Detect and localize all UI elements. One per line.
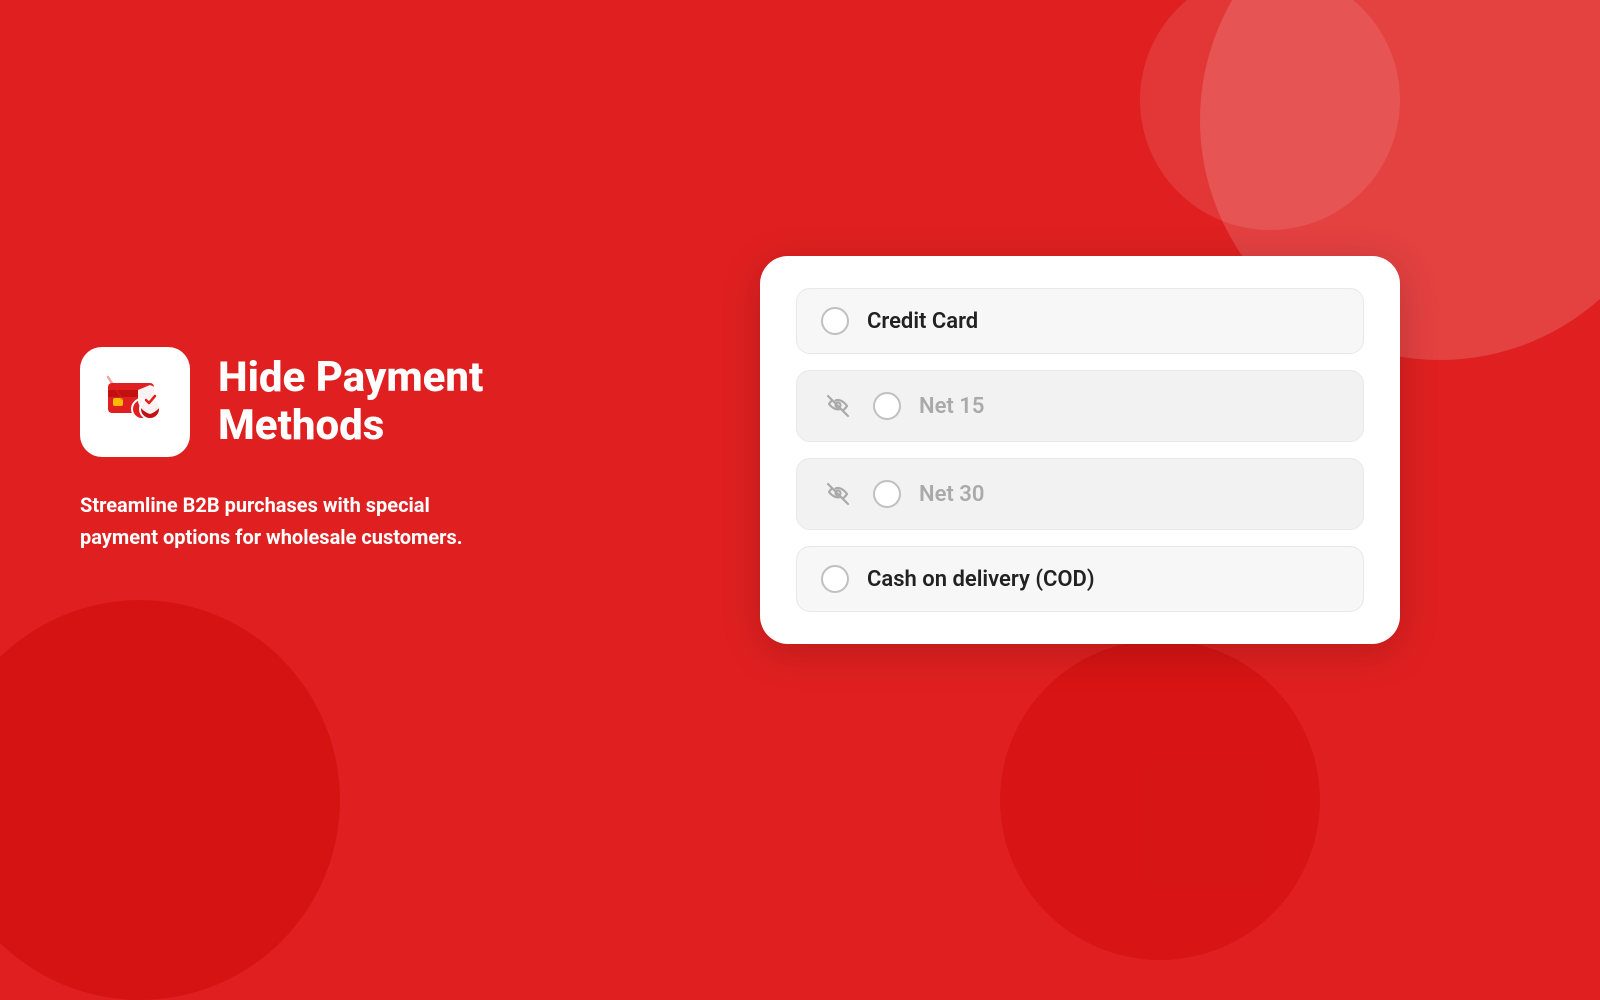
eye-off-icon-net15 <box>821 389 855 423</box>
payment-label-cod: Cash on delivery (COD) <box>867 567 1095 592</box>
app-description: Streamline B2B purchases with special pa… <box>80 489 500 553</box>
payment-row-credit-card[interactable]: Credit Card <box>796 288 1364 354</box>
right-panel: Credit Card Net 15 <box>640 256 1520 644</box>
payment-label-net-30: Net 30 <box>919 482 984 507</box>
payment-label-net-15: Net 15 <box>919 394 984 419</box>
payment-methods-card: Credit Card Net 15 <box>760 256 1400 644</box>
app-header: Hide Payment Methods <box>80 347 540 457</box>
payment-row-net-30[interactable]: Net 30 <box>796 458 1364 530</box>
app-title: Hide Payment Methods <box>218 354 540 451</box>
main-layout: Hide Payment Methods Streamline B2B purc… <box>0 0 1600 900</box>
app-icon-svg <box>100 367 170 437</box>
app-icon <box>80 347 190 457</box>
payment-row-cod[interactable]: Cash on delivery (COD) <box>796 546 1364 612</box>
radio-net-30[interactable] <box>873 480 901 508</box>
radio-credit-card[interactable] <box>821 307 849 335</box>
payment-row-net-15[interactable]: Net 15 <box>796 370 1364 442</box>
left-panel: Hide Payment Methods Streamline B2B purc… <box>80 347 540 553</box>
eye-off-icon-net30 <box>821 477 855 511</box>
radio-net-15[interactable] <box>873 392 901 420</box>
radio-cod[interactable] <box>821 565 849 593</box>
payment-label-credit-card: Credit Card <box>867 309 978 334</box>
